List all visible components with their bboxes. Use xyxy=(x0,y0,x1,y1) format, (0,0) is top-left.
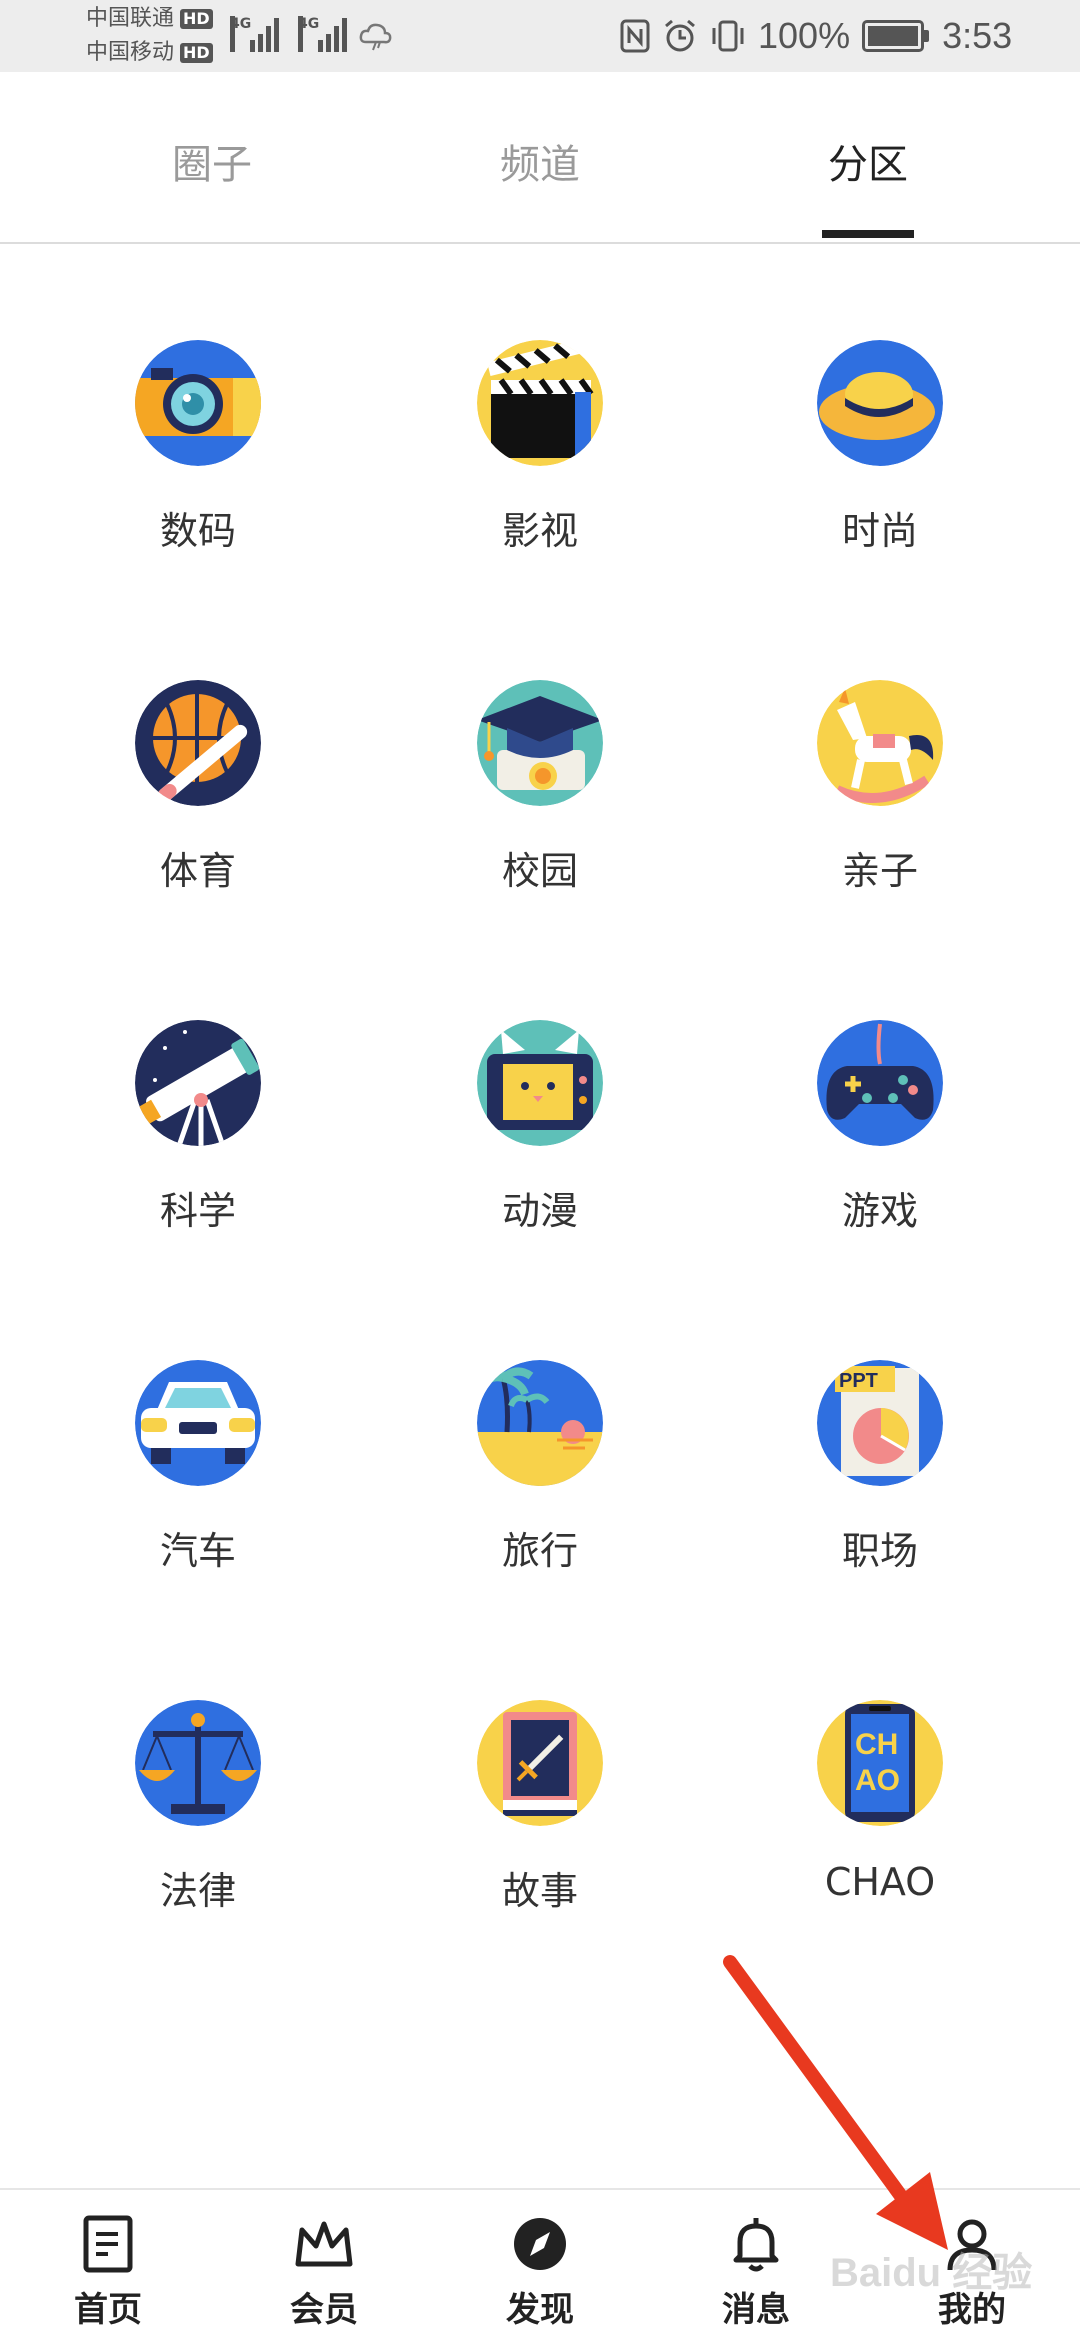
battery-icon xyxy=(862,20,930,52)
anime-cat-icon xyxy=(477,1020,603,1146)
svg-text:CH: CH xyxy=(855,1728,898,1761)
vibrate-icon xyxy=(712,20,744,52)
scales-icon xyxy=(135,1700,261,1826)
category-cars[interactable]: 汽车 xyxy=(28,1320,368,1660)
graduation-cap-icon xyxy=(477,680,603,806)
svg-text:PPT: PPT xyxy=(839,1370,878,1392)
camera-icon xyxy=(135,340,261,466)
telescope-icon xyxy=(135,1020,261,1146)
beach-icon xyxy=(477,1360,603,1486)
nav-vip[interactable]: 会员 xyxy=(244,2214,404,2331)
status-bar: 中国联通 HD 中国移动 HD 4G 4G 100% 3:53 xyxy=(0,0,1080,72)
nav-label: 发现 xyxy=(506,2290,574,2330)
category-label: 故事 xyxy=(501,1869,578,1913)
car-icon xyxy=(135,1360,261,1486)
category-film[interactable]: 影视 xyxy=(370,300,710,640)
category-science[interactable]: 科学 xyxy=(28,980,368,1320)
category-anime[interactable]: 动漫 xyxy=(370,980,710,1320)
clock: 3:53 xyxy=(942,15,1013,56)
signal-icon-2: 4G xyxy=(298,16,352,52)
ppt-chart-icon: PPT xyxy=(817,1360,943,1486)
tab-indicator xyxy=(822,230,914,238)
signal-icon-1: 4G xyxy=(230,16,284,52)
basketball-icon xyxy=(135,680,261,806)
chao-phone-icon: CH AO xyxy=(817,1700,943,1826)
hd-badge-2: HD xyxy=(180,43,213,63)
category-career[interactable]: PPT 职场 xyxy=(710,1320,1050,1660)
cloud-icon xyxy=(359,23,392,51)
category-chao[interactable]: CH AO CHAO xyxy=(710,1660,1050,2000)
category-stories[interactable]: 故事 xyxy=(370,1660,710,2000)
category-label: 数码 xyxy=(159,509,236,553)
nfc-icon xyxy=(620,19,650,53)
category-law[interactable]: 法律 xyxy=(28,1660,368,2000)
alarm-icon xyxy=(665,19,695,52)
gamepad-icon xyxy=(817,1020,943,1146)
watermark: Baidu 经验 xyxy=(830,2251,1033,2295)
category-label: 动漫 xyxy=(501,1189,578,1233)
carrier-2: 中国移动 HD xyxy=(86,40,213,66)
tab-channels[interactable]: 频道 xyxy=(500,132,580,190)
tab-circles[interactable]: 圈子 xyxy=(172,132,252,190)
bell-icon xyxy=(733,2218,779,2272)
tab-sections[interactable]: 分区 xyxy=(828,132,908,190)
status-icons: 100% 3:53 xyxy=(620,14,1012,58)
nav-home[interactable]: 首页 xyxy=(28,2214,188,2331)
category-campus[interactable]: 校园 xyxy=(370,640,710,980)
clapperboard-icon xyxy=(477,340,603,466)
category-sports[interactable]: 体育 xyxy=(28,640,368,980)
category-label: 亲子 xyxy=(841,849,918,893)
category-label: 校园 xyxy=(501,849,578,893)
category-label: CHAO xyxy=(824,1860,936,1904)
category-label: 时尚 xyxy=(841,509,918,553)
home-doc-icon xyxy=(83,2215,133,2273)
crown-icon xyxy=(295,2221,353,2267)
category-label: 法律 xyxy=(159,1869,236,1913)
book-icon xyxy=(477,1700,603,1826)
category-parenting[interactable]: 亲子 xyxy=(710,640,1050,980)
nav-label: 首页 xyxy=(74,2290,142,2330)
hd-badge-1: HD xyxy=(180,9,213,29)
battery-percent: 100% xyxy=(758,15,851,56)
nav-discover[interactable]: 发现 xyxy=(460,2214,620,2331)
category-label: 职场 xyxy=(841,1529,918,1573)
nav-label: 会员 xyxy=(290,2290,358,2330)
category-label: 汽车 xyxy=(159,1529,236,1573)
category-fashion[interactable]: 时尚 xyxy=(710,300,1050,640)
category-travel[interactable]: 旅行 xyxy=(370,1320,710,1660)
svg-text:AO: AO xyxy=(855,1764,900,1797)
category-label: 影视 xyxy=(501,509,578,553)
compass-icon xyxy=(514,2218,566,2270)
carrier-1: 中国联通 HD xyxy=(86,6,213,32)
category-label: 科学 xyxy=(159,1189,236,1233)
category-label: 旅行 xyxy=(501,1529,578,1573)
nav-messages[interactable]: 消息 xyxy=(676,2214,836,2331)
category-games[interactable]: 游戏 xyxy=(710,980,1050,1320)
nav-label: 消息 xyxy=(722,2290,790,2330)
top-tabs: 圈子 频道 分区 xyxy=(0,72,1080,244)
category-label: 体育 xyxy=(159,849,236,893)
category-digital[interactable]: 数码 xyxy=(28,300,368,640)
category-label: 游戏 xyxy=(841,1189,918,1233)
hat-icon xyxy=(817,340,943,466)
rocking-horse-icon xyxy=(817,680,943,806)
